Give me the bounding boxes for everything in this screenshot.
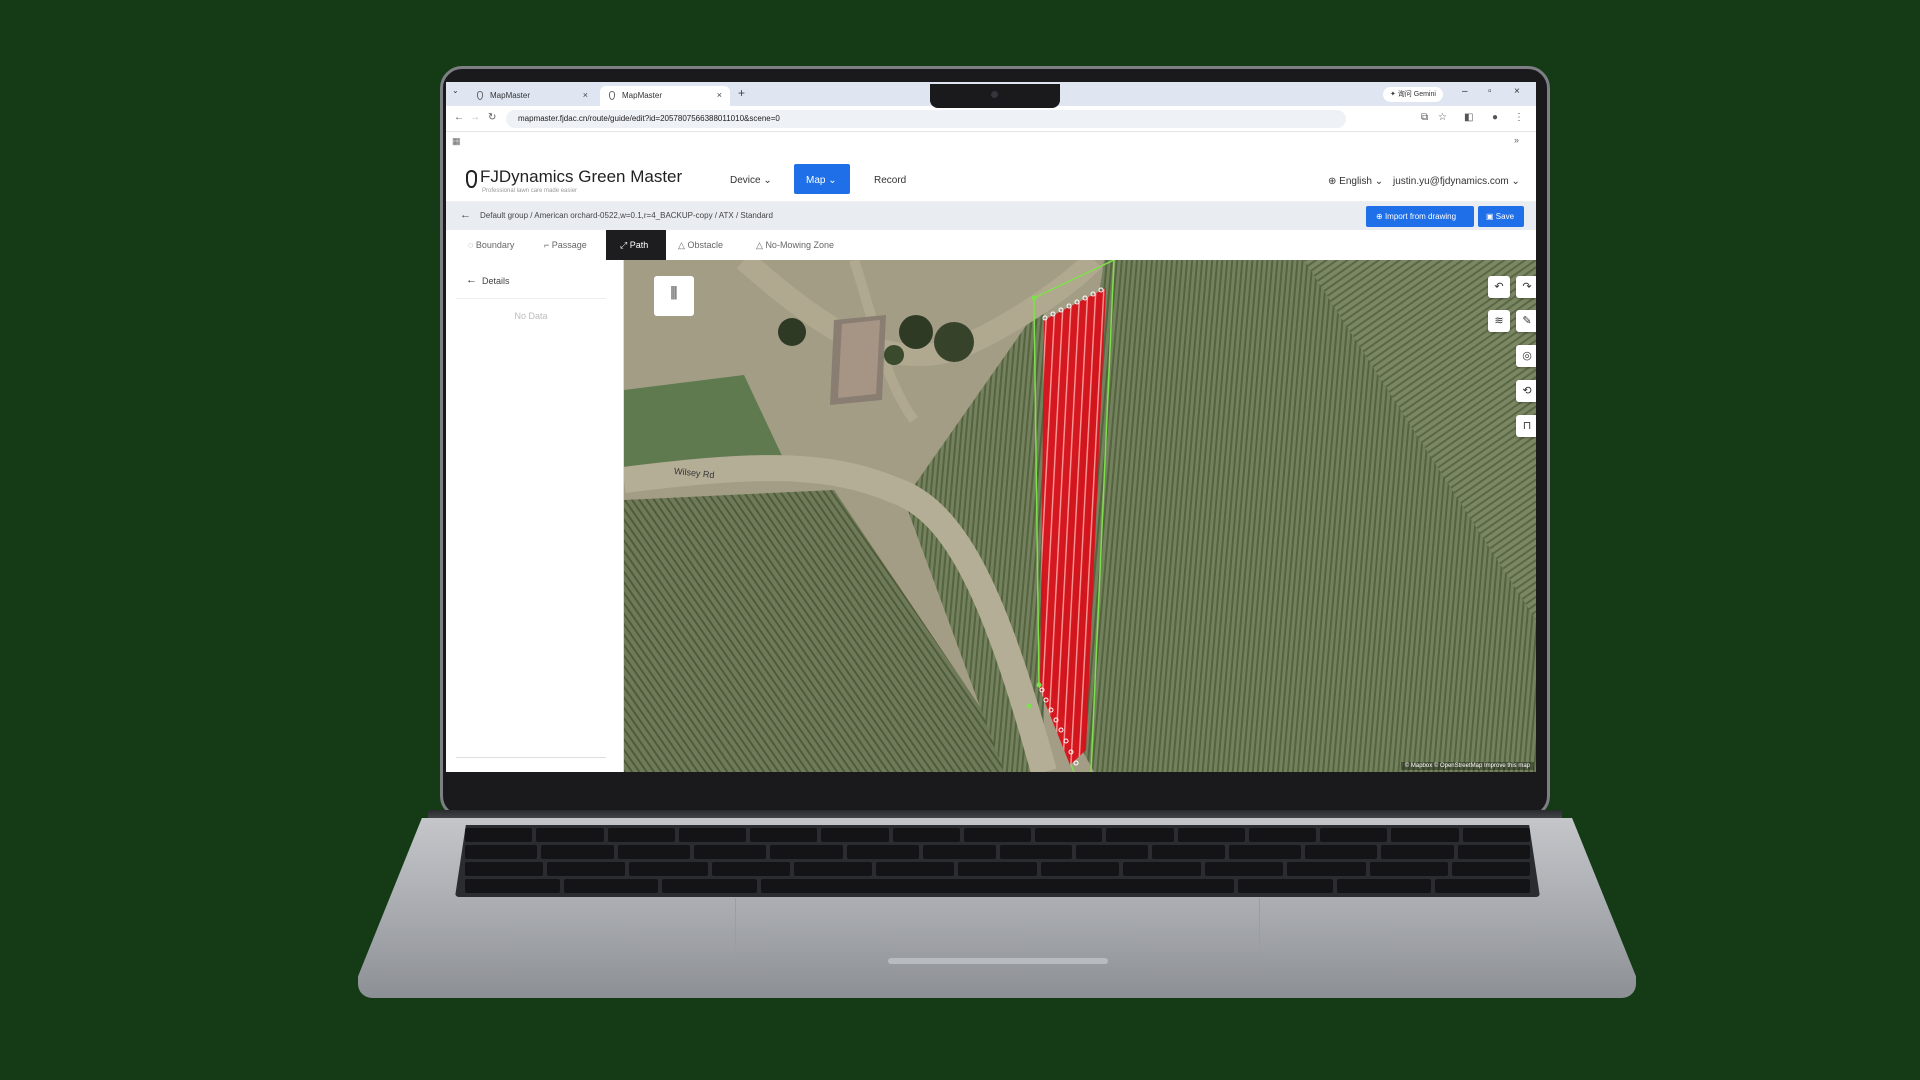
new-tab-button[interactable]: + (738, 86, 745, 100)
passage-icon: ⌐ (544, 240, 550, 250)
close-tab-icon[interactable]: × (717, 90, 722, 100)
layers-icon[interactable]: ≋ (1488, 310, 1510, 332)
extensions-icon[interactable]: ◧ (1464, 112, 1473, 123)
laptop-screen: ⌄ MapMaster × MapMaster × + ✦ 询问 Gemini … (446, 82, 1536, 772)
tab-title: MapMaster (490, 91, 531, 100)
details-title: Details (482, 276, 510, 286)
import-button-label: Import from drawing (1384, 212, 1457, 221)
chevron-down-icon: ⌄ (1511, 176, 1520, 187)
tab-obstacle[interactable]: △ Obstacle (678, 230, 723, 260)
details-panel: ← Details No Data (446, 260, 624, 772)
url-text: mapmaster.fjdac.cn/route/guide/edit?id=2… (518, 114, 780, 123)
chevron-down-icon: ⌄ (828, 175, 837, 186)
path-generator-tool[interactable]: ⫼ (654, 276, 694, 316)
camera-notch (930, 84, 1060, 108)
close-tab-icon[interactable]: × (583, 90, 588, 100)
address-bar[interactable]: mapmaster.fjdac.cn/route/guide/edit?id=2… (506, 110, 1346, 128)
import-icon: ⊕ (1376, 212, 1383, 221)
redo-icon[interactable]: ↷ (1516, 276, 1536, 298)
globe-icon: ⊕ (1328, 176, 1337, 187)
mode-tabs: ◌ Boundary ⌐ Passage ⤢ Path △ Obstacle △… (446, 230, 1536, 260)
rotate-icon[interactable]: ⟲ (1516, 380, 1536, 402)
back-icon[interactable]: ← (454, 112, 464, 123)
undo-icon[interactable]: ↶ (1488, 276, 1510, 298)
favicon-icon (609, 91, 615, 100)
save-icon: ▣ (1486, 212, 1494, 221)
user-email: justin.yu@fjdynamics.com (1393, 176, 1509, 187)
close-window-icon[interactable]: × (1514, 86, 1520, 97)
favicon-icon (477, 91, 483, 100)
user-menu[interactable]: justin.yu@fjdynamics.com ⌄ (1393, 176, 1520, 187)
chevron-down-icon: ⌄ (1374, 176, 1384, 187)
import-from-drawing-button[interactable]: ⊕ Import from drawing (1366, 206, 1474, 227)
save-button-label: Save (1495, 212, 1515, 221)
browser-tab-1[interactable]: MapMaster × (468, 86, 596, 106)
details-back-icon[interactable]: ← (466, 274, 477, 286)
save-button[interactable]: ▣ Save (1478, 206, 1524, 227)
nav-map[interactable]: Map ⌄ (794, 164, 850, 194)
tab-label: Obstacle (687, 240, 723, 250)
tab-search-chevron-icon[interactable]: ⌄ (452, 86, 459, 95)
restore-icon[interactable]: ▫ (1488, 86, 1492, 97)
nav-map-label: Map (806, 175, 826, 186)
boundary-icon: ◌ (468, 240, 474, 250)
bookmarks-bar: ▦ » (446, 132, 1536, 154)
trackpad (735, 898, 1260, 954)
locate-icon[interactable]: ◎ (1516, 345, 1536, 367)
nav-device-label: Device (730, 175, 761, 186)
tab-passage[interactable]: ⌐ Passage (544, 230, 587, 260)
tab-title: MapMaster (622, 91, 663, 100)
details-list: No Data (456, 298, 606, 758)
tab-path[interactable]: ⤢ Path (606, 230, 666, 260)
tab-no-mowing-zone[interactable]: △ No-Mowing Zone (756, 230, 834, 260)
pencil-icon[interactable]: ✎ (1516, 310, 1536, 332)
apps-grid-icon[interactable]: ▦ (452, 136, 461, 147)
tab-label: Path (629, 240, 649, 250)
menu-kebab-icon[interactable]: ⋮ (1514, 112, 1524, 123)
obstacle-icon: △ (678, 240, 685, 250)
chevron-down-icon: ⌄ (763, 175, 772, 186)
lock-icon[interactable]: ⊓ (1516, 415, 1536, 437)
more-bookmarks-chevron[interactable]: » (1514, 135, 1519, 145)
path-lines-icon: ⫼ (670, 285, 678, 302)
brand-tagline: Professional lawn care made easier (482, 188, 578, 194)
brand-logo-icon (466, 170, 477, 188)
tab-label: Boundary (475, 240, 515, 250)
translate-icon[interactable]: ⧉ (1421, 112, 1428, 123)
no-mowing-icon: △ (756, 240, 763, 250)
nav-device[interactable]: Device ⌄ (730, 175, 772, 186)
profile-avatar-icon[interactable]: ● (1492, 112, 1498, 123)
map-attribution[interactable]: © Mapbox © OpenStreetMap Improve this ma… (1400, 762, 1534, 770)
breadcrumb-bar: ← Default group / American orchard-0522,… (446, 202, 1536, 230)
forward-icon[interactable]: → (470, 112, 480, 123)
minimize-icon[interactable]: – (1462, 86, 1468, 97)
language-selector[interactable]: ⊕ English ⌄ (1328, 176, 1383, 187)
back-arrow-icon[interactable]: ← (460, 209, 471, 221)
tab-boundary[interactable]: ◌ Boundary (468, 230, 514, 260)
language-label: English (1339, 176, 1372, 187)
gemini-button[interactable]: ✦ 询问 Gemini (1383, 87, 1443, 102)
brand-title: FJDynamics Green Master (480, 167, 683, 186)
breadcrumb: Default group / American orchard-0522,w=… (480, 211, 773, 220)
lid-opening-notch (888, 958, 1108, 964)
nav-record[interactable]: Record (874, 175, 906, 186)
app-header: FJDynamics Green Master Professional law… (446, 154, 1536, 202)
browser-toolbar: ← → ↻ mapmaster.fjdac.cn/route/guide/edi… (446, 106, 1536, 132)
browser-tab-2[interactable]: MapMaster × (600, 86, 730, 106)
path-icon: ⤢ (620, 240, 628, 250)
keyboard (455, 825, 1540, 897)
empty-state-text: No Data (514, 311, 548, 321)
tab-label: Passage (551, 240, 587, 250)
tab-label: No-Mowing Zone (765, 240, 834, 250)
bookmark-star-icon[interactable]: ☆ (1438, 112, 1447, 123)
satellite-imagery (624, 260, 1536, 772)
reload-icon[interactable]: ↻ (488, 112, 496, 123)
map-canvas[interactable]: ⫼ Wilsey Rd ↶ ↷ ≋ ✎ ◎ ⟲ ⊓ © Mapbox © Ope… (624, 260, 1536, 772)
